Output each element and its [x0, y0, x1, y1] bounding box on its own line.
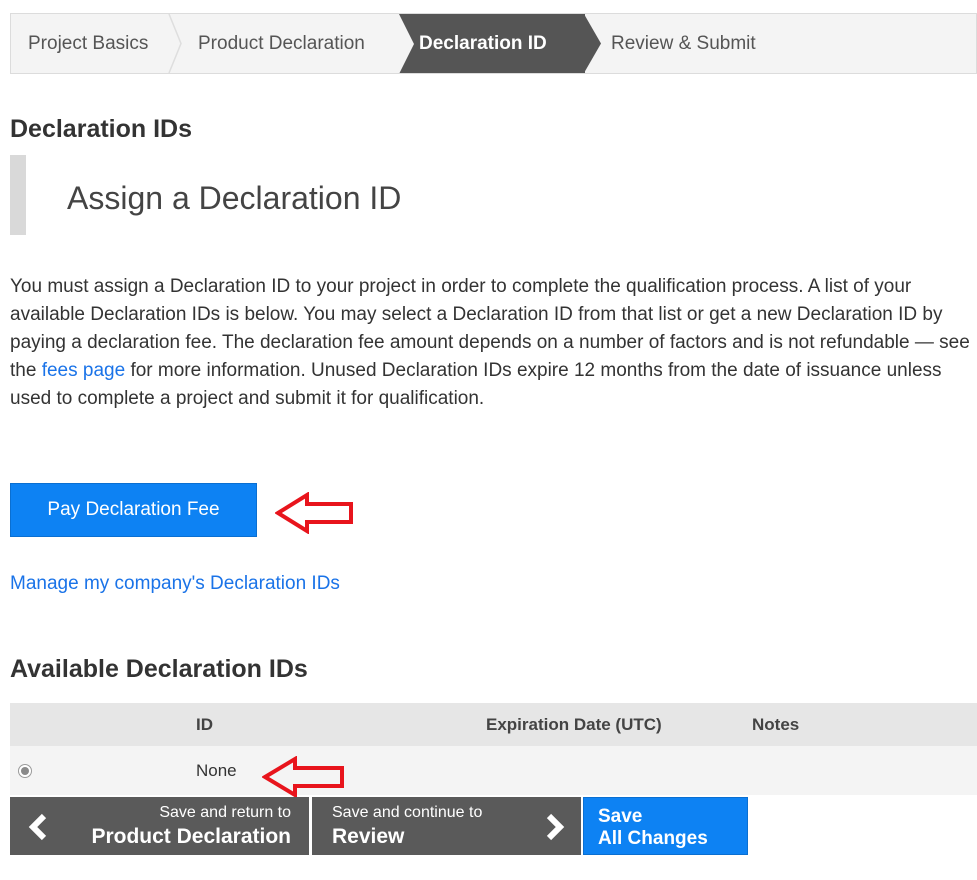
save-all-changes-button[interactable]: Save All Changes: [583, 797, 748, 855]
step-review-submit[interactable]: Review & Submit: [585, 14, 756, 73]
chevron-right-icon: [546, 813, 565, 841]
step-label: Declaration ID: [419, 32, 547, 54]
step-label: Project Basics: [28, 32, 149, 54]
save-all-line1: Save: [598, 806, 643, 827]
save-continue-target: Review: [332, 825, 405, 848]
save-and-continue-button[interactable]: Save and continue to Review: [312, 797, 581, 855]
column-header-id: ID: [196, 714, 213, 734]
radio-selected-icon[interactable]: [18, 764, 32, 778]
available-ids-heading: Available Declaration IDs: [10, 655, 308, 683]
step-declaration-id[interactable]: Declaration ID: [399, 14, 601, 73]
step-active-arrow-icon: [584, 14, 601, 73]
chevron-left-icon: [28, 813, 47, 841]
column-header-expiration: Expiration Date (UTC): [486, 714, 662, 734]
step-project-basics[interactable]: Project Basics: [11, 14, 182, 73]
section-heading: Declaration IDs: [10, 115, 193, 143]
pay-declaration-fee-button[interactable]: Pay Declaration Fee: [10, 483, 257, 537]
callout-title: Assign a Declaration ID: [67, 180, 402, 216]
progress-stepper: Project Basics Product Declaration Decla…: [10, 13, 977, 74]
step-product-declaration[interactable]: Product Declaration: [181, 14, 399, 73]
save-and-return-button[interactable]: Save and return to Product Declaration: [10, 797, 309, 855]
save-continue-caption: Save and continue to: [332, 804, 483, 821]
annotation-arrow-icon: [275, 492, 353, 534]
manage-declaration-ids-link[interactable]: Manage my company's Declaration IDs: [10, 573, 340, 595]
callout-bar: [10, 155, 26, 235]
fees-page-link[interactable]: fees page: [42, 360, 125, 381]
table-header: ID Expiration Date (UTC) Notes: [10, 703, 977, 746]
cell-id: None: [196, 760, 237, 780]
column-header-notes: Notes: [752, 714, 800, 734]
table-row[interactable]: None: [10, 746, 977, 795]
intro-text-continued: for more information. Unused Declaration…: [10, 360, 942, 409]
step-label: Review & Submit: [611, 32, 756, 54]
save-return-caption: Save and return to: [159, 804, 291, 821]
step-separator-icon: [168, 14, 182, 73]
intro-paragraph: You must assign a Declaration ID to your…: [10, 273, 972, 413]
save-all-line2: All Changes: [598, 828, 708, 849]
save-return-target: Product Declaration: [91, 825, 291, 848]
annotation-arrow-icon: [262, 756, 344, 798]
step-label: Product Declaration: [198, 32, 365, 54]
